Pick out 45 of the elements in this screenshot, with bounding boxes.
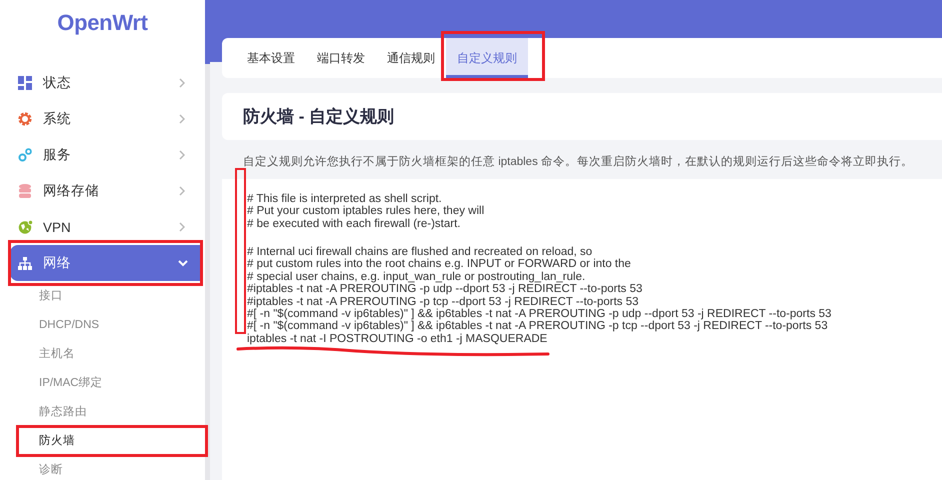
chevron-down-icon (178, 260, 188, 266)
submenu-item[interactable]: DHCP/DNS (0, 310, 205, 339)
database-icon (19, 184, 31, 198)
code-line: # put custom rules into the root chains e.g. INPUT or FORWARD or into the (247, 258, 631, 271)
code-line: #[ -n "$(command -v ip6tables)" ] && ip6tables -t nat -A PREROUTING -p tcp --dport 53 -j REDIRECT --to-ports 53 (247, 320, 828, 333)
submenu-item[interactable]: 防火墙 (0, 426, 205, 455)
code-line: # special user chains, e.g. input_wan_rule or postrouting_lan_rule. (247, 270, 586, 284)
sidebar-item[interactable]: 网络 (10, 245, 200, 281)
scrollbar[interactable] (205, 0, 210, 480)
code-line: # Internal uci firewall chains are flushed and recreated on reload, so (247, 246, 592, 258)
code-editor[interactable] (222, 179, 942, 480)
network-icon (18, 256, 32, 270)
tab[interactable]: 自定义规则 (446, 38, 528, 78)
page-title: 防火墙 - 自定义规则 (222, 93, 942, 140)
tab[interactable]: 基本设置 (236, 38, 306, 78)
chevron-right-icon (179, 78, 185, 88)
code-line: # Put your custom iptables rules here, they will (247, 205, 484, 218)
submenu-item[interactable]: IP/MAC绑定 (0, 368, 205, 397)
submenu-item[interactable]: 诊断 (0, 455, 205, 480)
submenu-item[interactable]: 静态路由 (0, 397, 205, 426)
submenu-item[interactable]: 主机名 (0, 339, 205, 368)
tab[interactable]: 端口转发 (306, 38, 376, 78)
gears-icon (18, 148, 32, 162)
sidebar-item[interactable]: 状态 (10, 65, 197, 101)
sidebar-item[interactable]: 服务 (10, 137, 197, 173)
code-line: #iptables -t nat -A PREROUTING -p tcp --dport 53 -j REDIRECT --to-ports 53 (247, 296, 639, 308)
sidebar-item[interactable]: 系统 (10, 101, 197, 137)
dashboard-icon (18, 76, 32, 90)
chevron-right-icon (179, 114, 185, 124)
chevron-right-icon (179, 222, 185, 232)
code-line: #iptables -t nat -A PREROUTING -p udp --dport 53 -j REDIRECT --to-ports 53 (247, 283, 642, 296)
code-line: # be executed with each firewall (re-)start. (247, 218, 460, 230)
sidebar-item[interactable]: 网络存储 (10, 173, 197, 209)
chevron-right-icon (179, 150, 185, 160)
sidebar-item[interactable]: VPN (10, 209, 197, 245)
submenu-item[interactable]: 接口 (0, 281, 205, 310)
code-line: # This file is interpreted as shell script. (247, 193, 442, 206)
code-line: iptables -t nat -I POSTROUTING -o eth1 -j MASQUERADE (247, 332, 548, 346)
chevron-right-icon (179, 186, 185, 196)
globe-icon (18, 220, 32, 234)
logo: OpenWrt (57, 9, 148, 36)
tab[interactable]: 通信规则 (376, 38, 446, 78)
description: 自定义规则允许您执行不属于防火墙框架的任意 iptables 命令。每次重启防火墙时，在默认的规则运行后这些命令将立即执行。 (243, 156, 914, 168)
code-line: #[ -n "$(command -v ip6tables)" ] && ip6tables -t nat -A PREROUTING -p udp --dport 53 -j REDIRECT --to-ports 53 (247, 308, 832, 320)
gear-icon (18, 112, 32, 126)
